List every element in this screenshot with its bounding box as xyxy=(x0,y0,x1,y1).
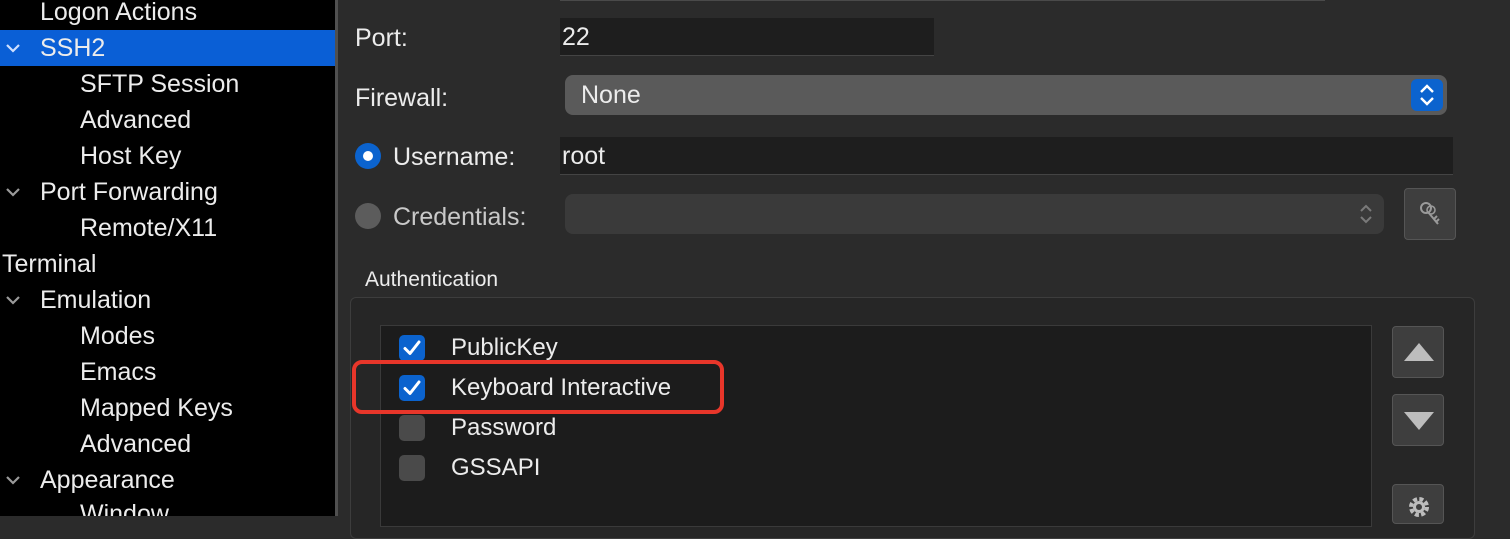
sidebar-item-modes[interactable]: Modes xyxy=(0,318,335,354)
gear-icon xyxy=(1405,493,1433,526)
sidebar-item-terminal[interactable]: Terminal xyxy=(0,246,335,282)
ssh2-settings-panel: Port: 22 Firewall: None Username: root C… xyxy=(338,0,1510,539)
firewall-select-value: None xyxy=(581,81,641,109)
sidebar-item-emulation[interactable]: Emulation xyxy=(0,282,335,318)
sidebar-item-label: Advanced xyxy=(80,106,192,134)
sidebar-item-label: Terminal xyxy=(2,250,97,278)
credentials-select[interactable] xyxy=(565,194,1384,234)
sidebar-item-emacs[interactable]: Emacs xyxy=(0,354,335,390)
sidebar-item-label: Advanced xyxy=(80,430,192,458)
sidebar-item-label: Port Forwarding xyxy=(40,178,218,206)
gssapi-label: GSSAPI xyxy=(451,454,541,481)
firewall-label: Firewall: xyxy=(355,84,449,112)
sidebar-item-label: Mapped Keys xyxy=(80,394,233,422)
username-radio[interactable] xyxy=(355,143,381,169)
sidebar-item-label: SFTP Session xyxy=(80,70,240,98)
sidebar-item-appearance[interactable]: Appearance xyxy=(0,462,335,498)
port-field[interactable]: 22 xyxy=(560,18,934,56)
password-checkbox[interactable] xyxy=(399,415,425,441)
keyboard-interactive-checkbox[interactable] xyxy=(399,375,425,401)
move-down-button[interactable] xyxy=(1392,394,1444,446)
credentials-radio[interactable] xyxy=(355,203,381,229)
triangle-up-icon xyxy=(1403,341,1435,368)
sidebar-item-label: SSH2 xyxy=(40,34,106,62)
sidebar-item-label: Window xyxy=(80,500,169,516)
checkmark-icon xyxy=(403,340,421,355)
gssapi-checkbox[interactable] xyxy=(399,455,425,481)
password-label: Password xyxy=(451,414,557,441)
up-down-chevron-icon xyxy=(1356,200,1376,235)
credentials-manager-button[interactable] xyxy=(1404,188,1456,240)
username-field[interactable]: root xyxy=(560,137,1453,175)
sidebar-item-label: Modes xyxy=(80,322,156,350)
chevron-down-icon[interactable] xyxy=(2,174,24,210)
sidebar-item-label: Appearance xyxy=(40,466,175,494)
checkmark-icon xyxy=(403,380,421,395)
sidebar-item-port-forwarding[interactable]: Port Forwarding xyxy=(0,174,335,210)
sidebar-item-advanced[interactable]: Advanced xyxy=(0,102,335,138)
username-label: Username: xyxy=(393,143,516,171)
list-item-keyboard-interactive[interactable]: Keyboard Interactive xyxy=(399,368,1099,408)
port-label: Port: xyxy=(355,24,408,52)
publickey-checkbox[interactable] xyxy=(399,335,425,361)
sidebar-item-label: Remote/X11 xyxy=(80,214,218,242)
keyboard-interactive-label: Keyboard Interactive xyxy=(451,374,672,401)
sidebar-item-logon-actions[interactable]: Logon Actions xyxy=(0,0,335,30)
sidebar-item-label: Emulation xyxy=(40,286,152,314)
chevron-down-icon[interactable] xyxy=(2,462,24,498)
list-item-publickey[interactable]: PublicKey xyxy=(399,328,1099,368)
sidebar-item-label: Emacs xyxy=(80,358,157,386)
sidebar-item-host-key[interactable]: Host Key xyxy=(0,138,335,174)
sidebar-item-sftp-session[interactable]: SFTP Session xyxy=(0,66,335,102)
sidebar-item-ssh2[interactable]: SSH2 xyxy=(0,30,335,66)
keys-icon xyxy=(1416,199,1446,234)
sidebar-item-label: Logon Actions xyxy=(40,0,198,26)
authentication-group-title: Authentication xyxy=(365,268,499,291)
triangle-down-icon xyxy=(1403,410,1435,437)
chevron-down-icon[interactable] xyxy=(2,282,24,318)
sidebar-item-advanced-terminal[interactable]: Advanced xyxy=(0,426,335,462)
up-down-chevron-icon xyxy=(1411,79,1443,111)
list-item-password[interactable]: Password xyxy=(399,408,1099,448)
credentials-label: Credentials: xyxy=(393,203,527,231)
method-settings-button[interactable] xyxy=(1392,484,1444,524)
firewall-select[interactable]: None xyxy=(565,75,1447,115)
sidebar-tree: Logon Actions SSH2 SFTP Session Advanced… xyxy=(0,0,335,516)
list-item-gssapi[interactable]: GSSAPI xyxy=(399,448,1099,488)
publickey-label: PublicKey xyxy=(451,334,558,361)
authentication-method-list[interactable]: PublicKey Keyboard Interactive Password … xyxy=(380,325,1372,527)
sidebar-item-window[interactable]: Window xyxy=(0,496,335,516)
hostname-field-edge xyxy=(560,0,1325,1)
move-up-button[interactable] xyxy=(1392,326,1444,378)
chevron-down-icon[interactable] xyxy=(2,30,24,66)
sidebar-item-remote-x11[interactable]: Remote/X11 xyxy=(0,210,335,246)
sidebar-item-mapped-keys[interactable]: Mapped Keys xyxy=(0,390,335,426)
sidebar-item-label: Host Key xyxy=(80,142,182,170)
